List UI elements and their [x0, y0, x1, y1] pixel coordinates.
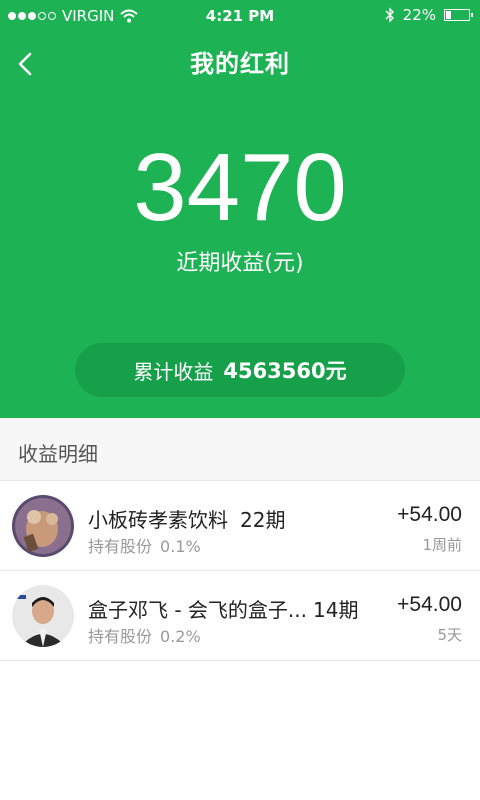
bluetooth-icon — [385, 7, 394, 23]
share-label: 持有股份 — [88, 627, 153, 646]
avatar — [12, 495, 74, 557]
battery-percent: 22% — [402, 6, 436, 24]
battery-icon — [444, 9, 473, 21]
status-right: 22% — [385, 6, 473, 24]
item-amount: +54.00 — [397, 503, 462, 526]
header: VIRGIN 4:21 PM 22% 我的红利 3470 近期收益(元) 累计收… — [0, 0, 480, 418]
earnings-list: 小板砖孝素饮料 22期 持有股份 0.1% +54.00 1周前 盒子邓飞 - 会飞… — [0, 480, 480, 661]
item-amount: +54.00 — [397, 593, 462, 616]
item-title: 盒子邓飞 - 会飞的盒子... 14期 — [88, 594, 358, 623]
status-bar: VIRGIN 4:21 PM 22% — [0, 0, 480, 32]
share-label: 持有股份 — [88, 537, 153, 556]
item-share: 持有股份 0.1% — [88, 533, 201, 557]
total-earnings-pill: 累计收益 4563560元 — [75, 343, 405, 397]
share-value: 0.2% — [160, 627, 201, 646]
share-value: 0.1% — [160, 537, 201, 556]
item-time: 1周前 — [422, 536, 462, 554]
list-item[interactable]: 小板砖孝素饮料 22期 持有股份 0.1% +54.00 1周前 — [0, 480, 480, 570]
avatar-image — [12, 585, 74, 647]
recent-earnings-value: 3470 — [133, 134, 347, 241]
item-period: 22期 — [240, 508, 286, 532]
item-share: 持有股份 0.2% — [88, 623, 201, 647]
item-time: 5天 — [437, 626, 462, 644]
item-name: 小板砖孝素饮料 — [88, 508, 228, 532]
item-title: 小板砖孝素饮料 22期 — [88, 504, 285, 533]
avatar — [12, 585, 74, 647]
item-period: 14期 — [313, 598, 359, 622]
section-header: 收益明细 — [0, 418, 480, 480]
recent-earnings-label: 近期收益(元) — [176, 251, 304, 276]
total-earnings-value: 4563560元 — [223, 359, 347, 383]
list-item[interactable]: 盒子邓飞 - 会飞的盒子... 14期 持有股份 0.2% +54.00 5天 — [0, 570, 480, 661]
total-earnings-label: 累计收益 — [133, 359, 214, 384]
item-name: 盒子邓飞 - 会飞的盒子... — [88, 598, 308, 622]
page-title: 我的红利 — [190, 50, 290, 78]
avatar-image — [12, 495, 74, 557]
section-title: 收益明细 — [18, 442, 98, 466]
